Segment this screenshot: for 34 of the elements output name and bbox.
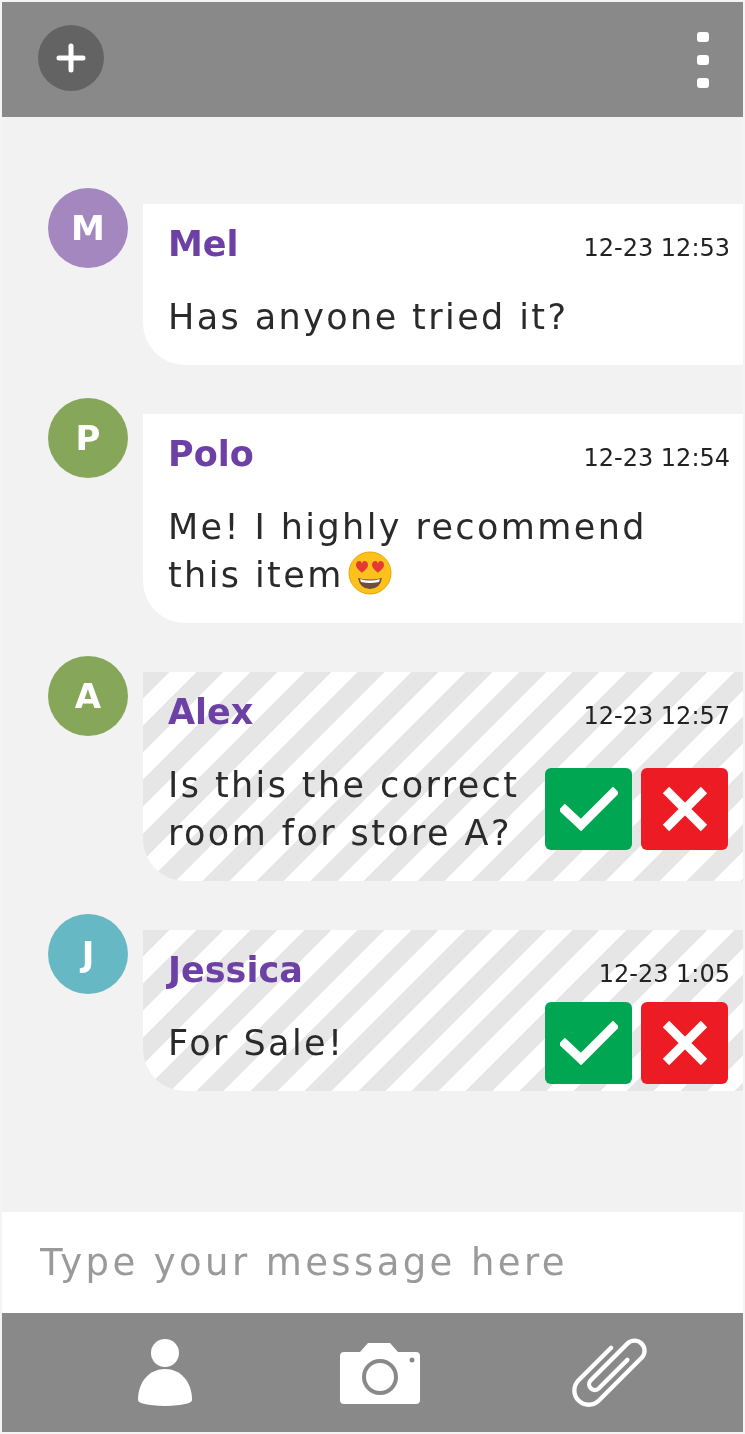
message-text: For Sale! [168,1023,345,1063]
message-text: this item [168,555,344,595]
avatar: A [48,656,128,736]
avatar: M [48,188,128,268]
message-text: Has anyone tried it? [168,297,569,337]
message-time: 12-23 1:05 [598,959,730,989]
reject-button[interactable] [641,1002,728,1084]
close-icon [660,1019,709,1067]
avatar: P [48,398,128,478]
approve-button[interactable] [545,1002,632,1084]
more-button[interactable] [697,31,709,88]
camera-button[interactable] [340,1341,420,1404]
kebab-menu-icon [697,31,709,88]
paperclip-icon [571,1338,647,1407]
message-time: 12-23 12:53 [583,233,730,263]
message-time: 12-23 12:57 [583,701,730,731]
avatar: J [48,914,128,994]
message-time: 12-23 12:54 [583,443,730,473]
reject-button[interactable] [641,768,728,850]
person-icon [138,1338,192,1407]
message-text: room for store A? [168,813,512,853]
approve-button[interactable] [545,768,632,850]
sender-name: Mel [168,223,239,266]
check-icon [559,787,618,831]
plus-icon [56,42,86,73]
attach-button[interactable] [569,1338,649,1407]
camera-icon [340,1341,420,1404]
check-icon [559,1021,618,1065]
close-icon [660,785,709,833]
sender-name: Polo [168,433,254,476]
sender-name: Alex [168,691,254,734]
message-text: Me! I highly recommend [168,507,647,547]
message-text: Is this the correct [168,765,520,805]
sender-name: Jessica [168,949,303,992]
